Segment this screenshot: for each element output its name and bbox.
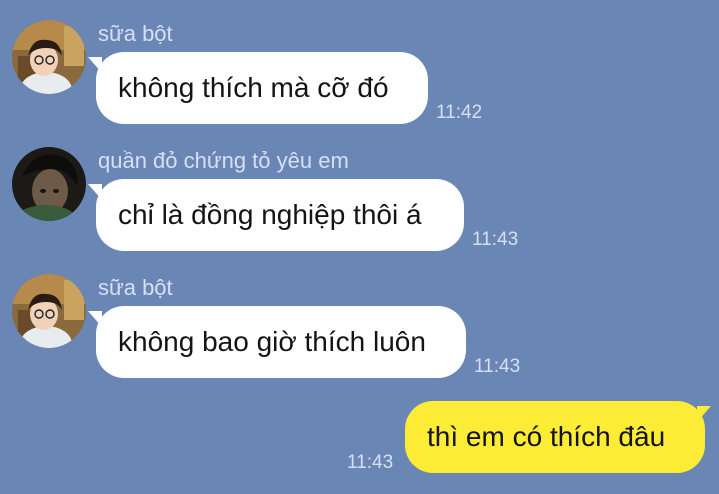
avatar-photo-icon (12, 20, 86, 94)
avatar-photo-icon (12, 147, 86, 221)
message-text: chỉ là đồng nghiệp thôi á (118, 199, 422, 230)
message-bubble[interactable]: không bao giờ thích luôn (96, 306, 466, 378)
message-timestamp: 11:43 (472, 229, 519, 250)
message-text: không thích mà cỡ đó (118, 72, 389, 103)
chat-thread[interactable]: sữa bột không thích mà cỡ đó 11:42 quần … (0, 0, 719, 494)
message-timestamp: 11:43 (474, 356, 521, 377)
bubble-tail (697, 406, 711, 422)
avatar[interactable] (12, 274, 86, 348)
avatar[interactable] (12, 20, 86, 94)
message-bubble[interactable]: chỉ là đồng nghiệp thôi á (96, 179, 464, 251)
sender-name: sữa bột (98, 21, 173, 46)
sender-name: quần đỏ chứng tỏ yêu em (98, 148, 349, 173)
avatar[interactable] (12, 147, 86, 221)
message-bubble[interactable]: không thích mà cỡ đó (96, 52, 428, 124)
message-timestamp: 11:42 (436, 102, 483, 123)
message-bubble[interactable]: thì em có thích đâu (405, 401, 705, 473)
message-text: không bao giờ thích luôn (118, 326, 426, 357)
sender-name: sữa bột (98, 275, 173, 300)
message-timestamp: 11:43 (347, 452, 394, 473)
avatar-photo-icon (12, 274, 86, 348)
message-text: thì em có thích đâu (427, 421, 666, 452)
